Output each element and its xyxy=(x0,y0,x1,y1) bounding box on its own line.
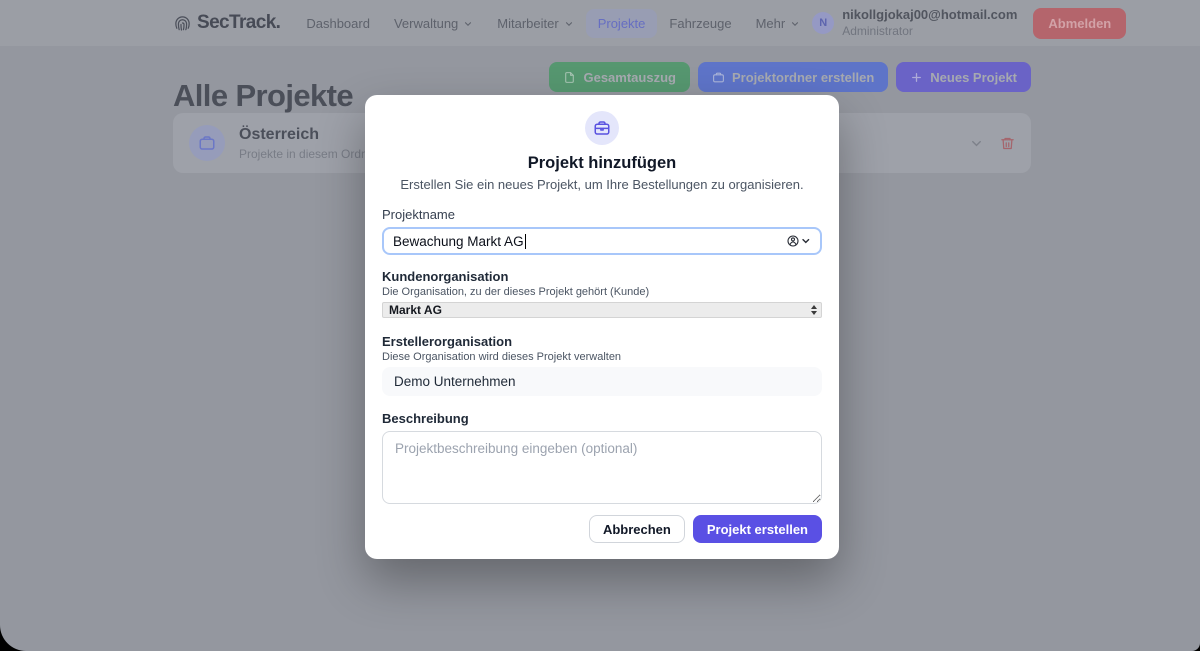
nav-item-verwaltung[interactable]: Verwaltung xyxy=(382,9,485,38)
briefcase-icon xyxy=(189,125,225,161)
creator-org-label: Erstellerorganisation xyxy=(382,335,822,348)
modal-title: Projekt hinzufügen xyxy=(382,155,822,172)
avatar[interactable]: N xyxy=(812,12,834,34)
user-menu: N nikollgjokaj00@hotmail.com Administrat… xyxy=(812,8,1126,39)
briefcase-icon xyxy=(712,71,725,84)
trash-icon xyxy=(1000,136,1015,151)
nav-item-mehr[interactable]: Mehr xyxy=(744,9,813,38)
project-name-input[interactable]: Bewachung Markt AG xyxy=(382,227,822,255)
top-navigation-bar: SecTrack. Dashboard Verwaltung Mitarbeit… xyxy=(0,0,1200,46)
customer-org-group: Kundenorganisation Die Organisation, zu … xyxy=(382,270,822,318)
customer-org-select[interactable]: Markt AG xyxy=(382,302,822,318)
customer-org-selected-value: Markt AG xyxy=(389,303,442,317)
customer-org-label: Kundenorganisation xyxy=(382,270,822,283)
description-group: Beschreibung xyxy=(382,412,822,504)
modal-footer: Abbrechen Projekt erstellen xyxy=(382,515,822,543)
page-title: Alle Projekte xyxy=(173,78,353,114)
user-info: nikollgjokaj00@hotmail.com Administrator xyxy=(842,8,1017,37)
page-actions: Gesamtauszug Projektordner erstellen Neu… xyxy=(549,62,1031,92)
plus-icon xyxy=(910,71,923,84)
project-name-label: Projektname xyxy=(382,208,822,221)
updown-stepper-icon xyxy=(811,305,817,315)
create-project-folder-button[interactable]: Projektordner erstellen xyxy=(698,62,888,92)
chevron-down-icon xyxy=(790,19,800,29)
new-project-button[interactable]: Neues Projekt xyxy=(896,62,1031,92)
folder-card-actions xyxy=(969,136,1015,151)
fingerprint-icon xyxy=(173,13,192,34)
creator-org-field: Demo Unternehmen xyxy=(382,367,822,396)
nav-item-fahrzeuge[interactable]: Fahrzeuge xyxy=(657,9,743,38)
app-screen: SecTrack. Dashboard Verwaltung Mitarbeit… xyxy=(0,0,1200,651)
logo[interactable]: SecTrack. xyxy=(173,12,280,34)
project-name-value: Bewachung Markt AG xyxy=(393,234,524,249)
chevron-down-icon xyxy=(969,136,984,151)
user-role: Administrator xyxy=(842,25,1017,38)
nav-item-projekte[interactable]: Projekte xyxy=(586,9,658,38)
logo-text: SecTrack. xyxy=(197,12,280,34)
briefcase-icon xyxy=(585,111,619,145)
create-project-button[interactable]: Projekt erstellen xyxy=(693,515,822,543)
export-button[interactable]: Gesamtauszug xyxy=(549,62,689,92)
chevron-down-icon xyxy=(564,19,574,29)
logout-button[interactable]: Abmelden xyxy=(1033,8,1126,39)
chevron-down-icon xyxy=(463,19,473,29)
document-icon xyxy=(563,71,576,84)
customer-org-hint: Die Organisation, zu der dieses Projekt … xyxy=(382,287,822,298)
main-nav: Dashboard Verwaltung Mitarbeiter Projekt… xyxy=(294,9,812,38)
description-label: Beschreibung xyxy=(382,412,822,425)
nav-item-mitarbeiter[interactable]: Mitarbeiter xyxy=(485,9,585,38)
add-project-modal: Projekt hinzufügen Erstellen Sie ein neu… xyxy=(365,95,839,559)
cancel-button[interactable]: Abbrechen xyxy=(589,515,685,543)
text-caret xyxy=(525,234,526,249)
nav-item-dashboard[interactable]: Dashboard xyxy=(294,9,382,38)
delete-folder-button[interactable] xyxy=(1000,136,1015,151)
creator-org-group: Erstellerorganisation Diese Organisation… xyxy=(382,335,822,396)
creator-org-hint: Diese Organisation wird dieses Projekt v… xyxy=(382,352,822,363)
expand-folder-button[interactable] xyxy=(969,136,984,151)
account-autofill-icon[interactable] xyxy=(787,235,812,247)
user-email: nikollgjokaj00@hotmail.com xyxy=(842,8,1017,22)
modal-subtitle: Erstellen Sie ein neues Projekt, um Ihre… xyxy=(382,178,822,191)
description-textarea[interactable] xyxy=(382,431,822,504)
